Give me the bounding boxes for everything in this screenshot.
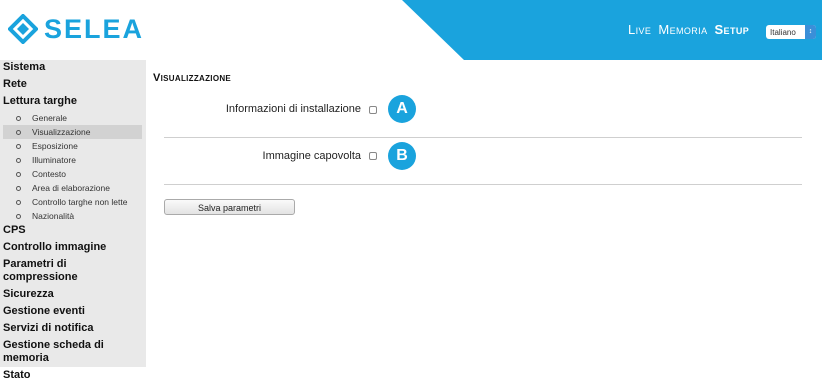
callout-badge-a: A — [388, 95, 416, 123]
sidebar-item-gestione-eventi[interactable]: Gestione eventi — [3, 304, 139, 321]
selea-diamond-icon — [8, 14, 38, 44]
sidebar-item-controllo-immagine[interactable]: Controllo immagine — [3, 240, 139, 257]
subitem-label: Illuminatore — [32, 155, 76, 165]
page-title: Visualizzazione — [153, 72, 232, 84]
subitem-label: Visualizzazione — [32, 127, 91, 137]
subitem-label: Area di elaborazione — [32, 183, 110, 193]
sidebar-submenu: Generale Visualizzazione Esposizione Ill… — [3, 111, 146, 223]
sidebar-item-sicurezza[interactable]: Sicurezza — [3, 287, 139, 304]
sidebar: Sistema Rete Lettura targhe Generale Vis… — [0, 60, 146, 381]
sidebar-item-lettura-targhe[interactable]: Lettura targhe — [3, 94, 139, 111]
bullet-icon — [16, 116, 21, 121]
sidebar-subitem-generale[interactable]: Generale — [3, 111, 142, 125]
sidebar-subitem-controllo-targhe[interactable]: Controllo targhe non lette — [3, 195, 142, 209]
installazione-checkbox[interactable] — [369, 106, 377, 114]
subitem-label: Esposizione — [32, 141, 78, 151]
nav-memoria[interactable]: Memoria — [658, 22, 707, 37]
selea-logo[interactable]: SELEA — [8, 14, 144, 44]
sidebar-subitem-esposizione[interactable]: Esposizione — [3, 139, 142, 153]
bullet-icon — [16, 158, 21, 163]
top-header: SELEA Live Memoria Setup Italiano ↕ — [0, 0, 822, 60]
sidebar-item-stato[interactable]: Stato — [3, 368, 139, 385]
sidebar-subitem-illuminatore[interactable]: Illuminatore — [3, 153, 142, 167]
option-label-capovolta: Immagine capovolta — [262, 150, 361, 162]
sidebar-item-rete[interactable]: Rete — [3, 77, 139, 94]
main-nav: Live Memoria Setup — [628, 22, 749, 37]
callout-badge-b: B — [388, 142, 416, 170]
sidebar-item-gestione-scheda[interactable]: Gestione scheda di memoria — [3, 338, 118, 368]
bullet-icon — [16, 144, 21, 149]
header-banner — [402, 0, 822, 60]
bullet-icon — [16, 200, 21, 205]
main-content: Visualizzazione Informazioni di installa… — [150, 60, 822, 367]
subitem-label: Controllo targhe non lette — [32, 197, 128, 207]
divider — [164, 184, 802, 185]
subitem-label: Contesto — [32, 169, 67, 179]
language-select[interactable]: Italiano ↕ — [766, 25, 816, 39]
sidebar-item-cps[interactable]: CPS — [3, 223, 139, 240]
sidebar-subitem-nazionalita[interactable]: Nazionalità — [3, 209, 142, 223]
bullet-icon — [16, 172, 21, 177]
divider — [164, 137, 802, 138]
sidebar-subitem-area-di-elaborazione[interactable]: Area di elaborazione — [3, 181, 142, 195]
subitem-label: Nazionalità — [32, 211, 75, 221]
chevron-updown-icon: ↕ — [805, 25, 816, 39]
sidebar-subitem-contesto[interactable]: Contesto — [3, 167, 142, 181]
brand-name: SELEA — [44, 14, 145, 44]
bullet-icon — [16, 186, 21, 191]
bullet-icon — [16, 130, 21, 135]
capovolta-checkbox[interactable] — [369, 152, 377, 160]
save-button[interactable]: Salva parametri — [164, 199, 295, 215]
option-label-installazione: Informazioni di installazione — [225, 103, 361, 115]
language-value: Italiano — [770, 27, 796, 37]
bullet-icon — [16, 214, 21, 219]
sidebar-item-servizi-notifica[interactable]: Servizi di notifica — [3, 321, 139, 338]
sidebar-subitem-visualizzazione[interactable]: Visualizzazione — [3, 125, 142, 139]
sidebar-item-sistema[interactable]: Sistema — [3, 60, 139, 77]
nav-live[interactable]: Live — [628, 22, 651, 37]
sidebar-item-parametri-compressione[interactable]: Parametri di compressione — [3, 257, 103, 287]
subitem-label: Generale — [32, 113, 67, 123]
nav-setup[interactable]: Setup — [714, 22, 749, 37]
